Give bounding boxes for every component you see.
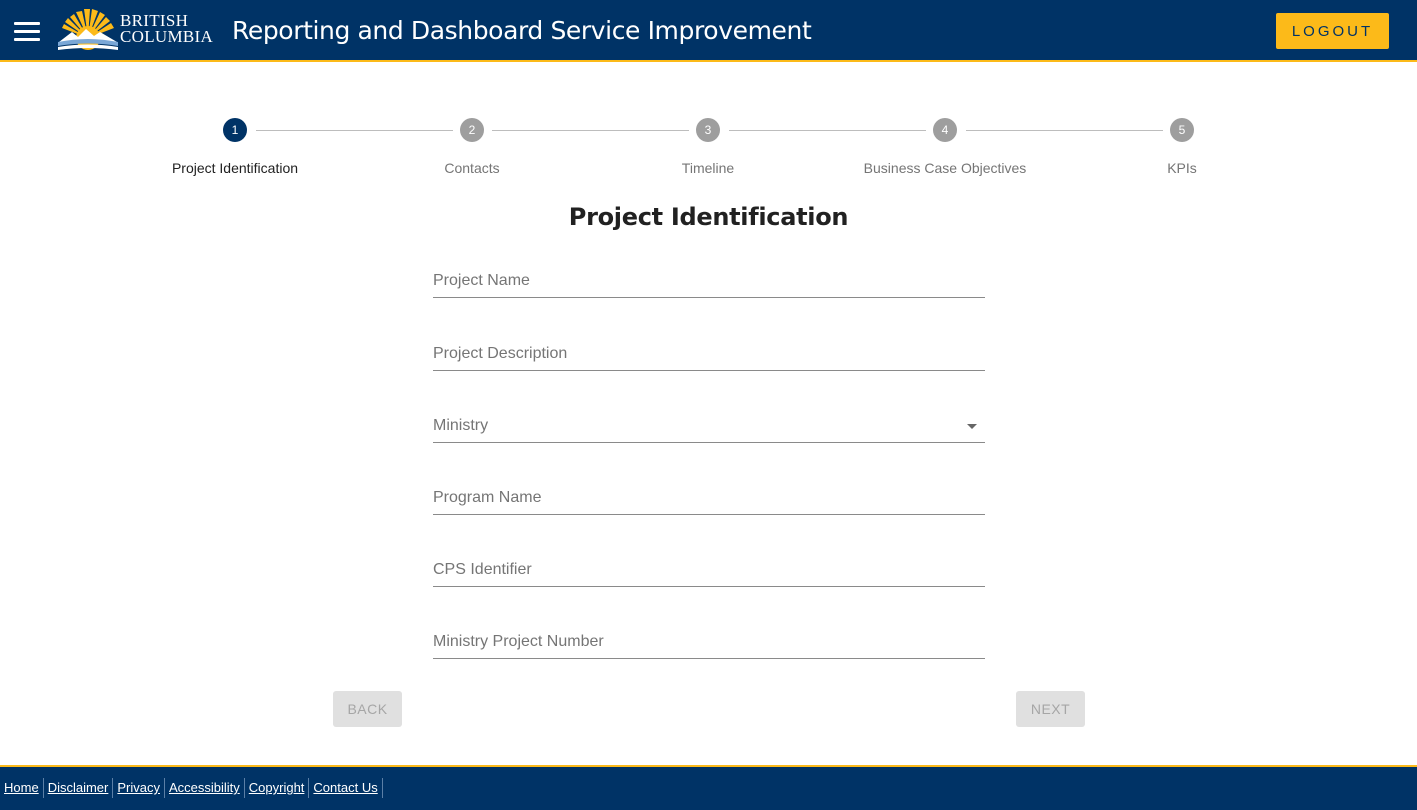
next-button[interactable]: NEXT (1016, 691, 1085, 727)
bc-sun-logo-icon (58, 9, 118, 50)
footer-link-copyright[interactable]: Copyright (245, 778, 310, 798)
ministry-project-number-field[interactable] (433, 619, 985, 659)
step-connector (492, 130, 689, 131)
bc-logo-wordmark: BRITISH COLUMBIA (120, 12, 214, 46)
step-2-indicator: 2 (460, 118, 484, 142)
progress-stepper: 1 2 3 4 5 Project Identification Contact… (0, 110, 1417, 190)
step-connector (966, 130, 1163, 131)
ministry-project-number-input[interactable] (433, 619, 985, 658)
project-name-field[interactable] (433, 258, 985, 298)
ministry-select-label: Ministry (433, 417, 489, 434)
app-header: BRITISH COLUMBIA Reporting and Dashboard… (0, 0, 1417, 62)
ministry-select[interactable]: Ministry (433, 403, 985, 443)
program-name-field[interactable] (433, 475, 985, 515)
footer-link-privacy[interactable]: Privacy (113, 778, 165, 798)
step-connector (256, 130, 453, 131)
step-3-label: Timeline (681, 160, 735, 176)
project-description-input[interactable] (433, 331, 985, 370)
footer-links: Home Disclaimer Privacy Accessibility Co… (0, 778, 383, 798)
project-name-input[interactable] (433, 258, 985, 297)
step-5-indicator: 5 (1170, 118, 1194, 142)
cps-identifier-field[interactable] (433, 547, 985, 587)
step-2-label: Contacts (444, 160, 500, 176)
step-4-label: Business Case Objectives (863, 160, 1027, 176)
step-1-label: Project Identification (171, 160, 299, 176)
logo-line-2: COLUMBIA (120, 27, 214, 46)
bc-logo[interactable]: BRITISH COLUMBIA (56, 6, 214, 54)
form-title: Project Identification (568, 203, 849, 231)
dropdown-arrow-icon[interactable] (967, 424, 977, 429)
footer-link-contact-us[interactable]: Contact Us (309, 778, 383, 798)
program-name-input[interactable] (433, 475, 985, 514)
cps-identifier-input[interactable] (433, 547, 985, 586)
hamburger-menu-icon[interactable] (12, 18, 42, 44)
footer-link-accessibility[interactable]: Accessibility (165, 778, 245, 798)
app-footer: Home Disclaimer Privacy Accessibility Co… (0, 765, 1417, 810)
step-connector (729, 130, 926, 131)
logout-button[interactable]: LOGOUT (1276, 13, 1389, 49)
step-1-indicator: 1 (223, 118, 247, 142)
step-5-label: KPIs (1167, 160, 1197, 176)
back-button[interactable]: BACK (333, 691, 402, 727)
step-4-indicator: 4 (933, 118, 957, 142)
step-3-indicator: 3 (696, 118, 720, 142)
app-title: Reporting and Dashboard Service Improvem… (232, 16, 812, 45)
footer-link-home[interactable]: Home (0, 778, 44, 798)
footer-link-disclaimer[interactable]: Disclaimer (44, 778, 114, 798)
project-description-field[interactable] (433, 331, 985, 371)
